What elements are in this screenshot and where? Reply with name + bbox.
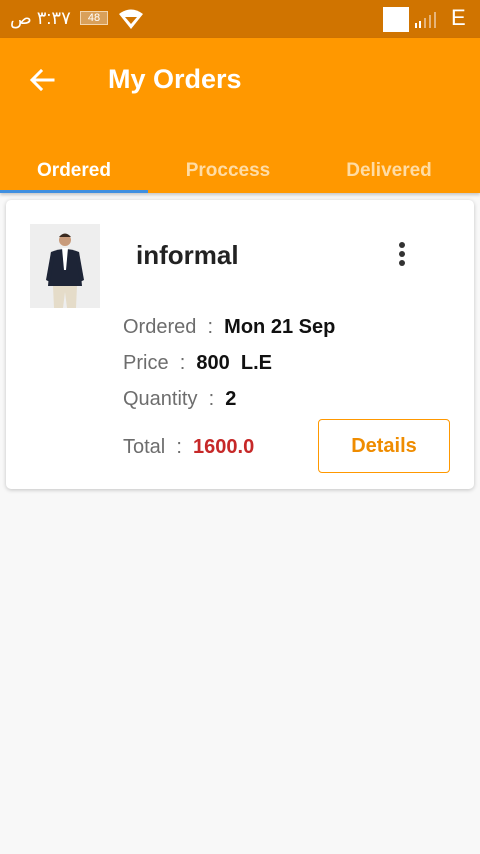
quantity-label: Quantity bbox=[123, 388, 198, 410]
tab-bar: Ordered Proccess Delivered bbox=[0, 148, 480, 193]
total-row: Total : 1600.0 bbox=[123, 436, 255, 458]
tab-ordered[interactable]: Ordered bbox=[0, 148, 148, 193]
ordered-row: Ordered : Mon 21 Sep bbox=[123, 316, 336, 338]
total-label: Total bbox=[123, 436, 166, 458]
details-button[interactable]: Details bbox=[318, 419, 450, 473]
product-image bbox=[30, 224, 100, 308]
tab-process[interactable]: Proccess bbox=[148, 148, 308, 193]
back-button[interactable] bbox=[26, 64, 58, 96]
wifi-icon bbox=[118, 8, 144, 30]
tab-delivered[interactable]: Delivered bbox=[308, 148, 470, 193]
price-row: Price : 800 L.E bbox=[123, 352, 272, 374]
status-time: ۳:۳۷ ص bbox=[10, 8, 71, 28]
total-value: 1600.0 bbox=[193, 436, 255, 458]
app-bar: My Orders Ordered Proccess Delivered bbox=[0, 38, 480, 193]
notification-icon bbox=[383, 7, 409, 32]
page-title: My Orders bbox=[108, 64, 242, 94]
order-card[interactable]: informal Ordered : Mon 21 Sep Price : 80… bbox=[6, 200, 474, 489]
product-name: informal bbox=[136, 240, 239, 270]
more-vertical-icon[interactable] bbox=[392, 238, 412, 270]
tab-indicator bbox=[0, 190, 148, 193]
network-type: E bbox=[451, 5, 466, 30]
battery-icon: 48 bbox=[80, 11, 108, 25]
signal-icon bbox=[415, 10, 441, 28]
quantity-row: Quantity : 2 bbox=[123, 388, 237, 410]
arrow-left-icon bbox=[29, 68, 55, 92]
ordered-value: Mon 21 Sep bbox=[224, 316, 336, 338]
quantity-value: 2 bbox=[225, 388, 237, 410]
status-bar: ۳:۳۷ ص 48 E bbox=[0, 0, 480, 38]
ordered-label: Ordered bbox=[123, 316, 197, 338]
price-label: Price bbox=[123, 352, 169, 374]
price-value: 800 L.E bbox=[196, 352, 272, 374]
